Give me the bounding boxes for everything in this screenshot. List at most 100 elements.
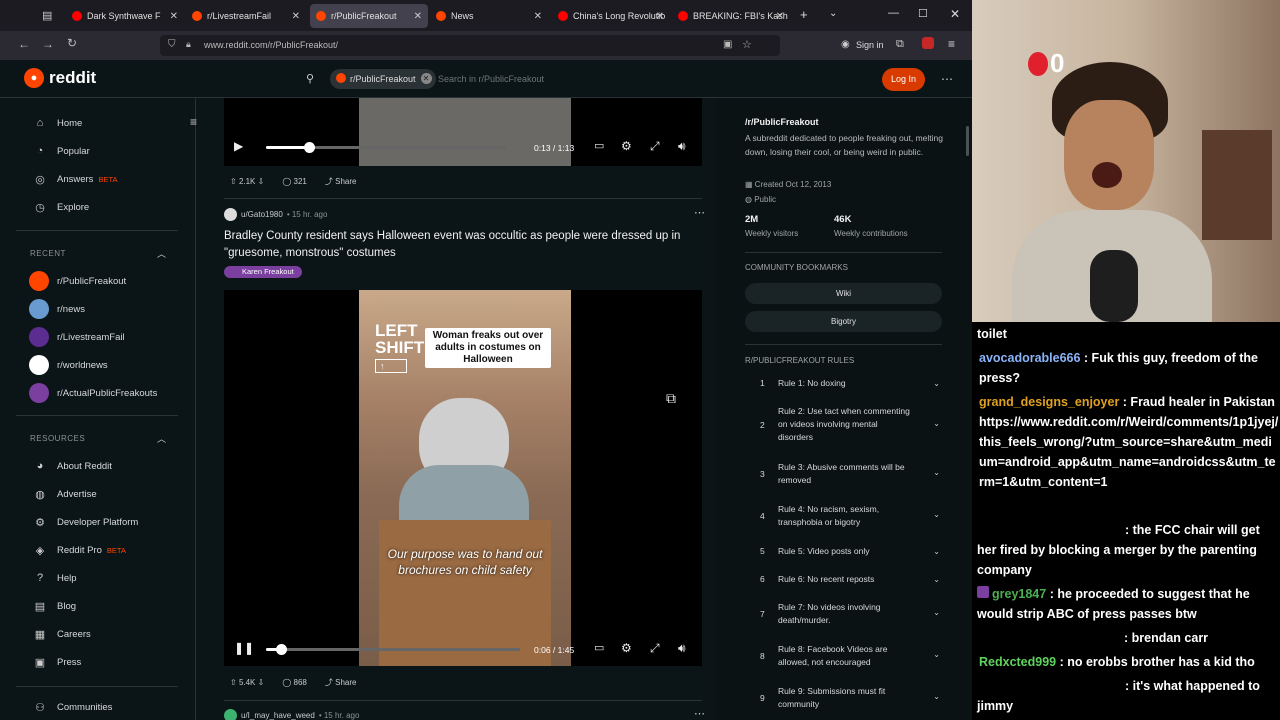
sidebar-item-livestreamfail[interactable]: r/LivestreamFail	[29, 327, 125, 347]
clear-chip-icon[interactable]: ✕	[420, 73, 432, 84]
search-placeholder[interactable]: Search in r/PublicFreakout	[438, 74, 544, 84]
upvote-icon[interactable]: ⇧	[230, 177, 237, 186]
sidebar-item-developer-platform[interactable]: ⚙ Developer Platform	[33, 516, 138, 529]
post2-progress-bar[interactable]	[266, 648, 520, 651]
sidebar-item-advertise[interactable]: ◍ Advertise	[33, 488, 96, 501]
close-tab-icon[interactable]: ✕	[170, 11, 178, 22]
user-avatar[interactable]	[224, 709, 237, 720]
rule-3[interactable]: 3 Rule 3: Abusive comments will be remove…	[745, 461, 940, 489]
sidebar-item-home[interactable]: ⌂ Home	[33, 117, 83, 129]
share-button[interactable]: ⤴ Share	[325, 176, 357, 187]
sidebar-item-blog[interactable]: ▤ Blog	[33, 600, 76, 613]
close-tab-icon[interactable]: ✕	[776, 11, 784, 22]
post-author[interactable]: u/Gato1980	[241, 210, 283, 219]
account-icon[interactable]: ◉	[841, 39, 850, 50]
sidebar-item-press[interactable]: ▣ Press	[33, 656, 82, 669]
sidebar-item-reddit-pro[interactable]: ◈ Reddit Pro BETA	[33, 544, 126, 557]
forward-icon[interactable]: →	[42, 37, 54, 51]
fullscreen-icon[interactable]: ⤢	[650, 641, 660, 656]
pause-icon[interactable]: ❚❚	[234, 641, 254, 655]
sidebar-item-worldnews[interactable]: r/worldnews	[29, 355, 108, 375]
sidebar-item-actualpublicfreakouts[interactable]: r/ActualPublicFreakouts	[29, 383, 157, 403]
chat-username[interactable]: Redxcted999	[979, 655, 1056, 669]
tab-3-active[interactable]: r/PublicFreakout ✕	[310, 4, 428, 28]
rule-5[interactable]: 5 Rule 5: Video posts only ⌄	[745, 545, 940, 559]
rule-6[interactable]: 6 Rule 6: No recent reposts ⌄	[745, 573, 940, 587]
new-tab-icon[interactable]: +	[800, 7, 808, 22]
post-options-icon[interactable]: ⋯	[694, 206, 705, 219]
post2-title[interactable]: Bradley County resident says Halloween e…	[224, 228, 704, 262]
comments-button[interactable]: ◯ 321	[282, 177, 307, 186]
tab-5[interactable]: China's Long Revolutio ✕	[552, 4, 670, 28]
sidebar-item-about-reddit[interactable]: ◕ About Reddit	[33, 460, 112, 472]
log-in-button[interactable]: Log In	[882, 68, 925, 91]
sidebar-item-help[interactable]: ? Help	[33, 572, 77, 584]
post2-video-player[interactable]: LEFT SHIFT ↑ Woman freaks out over adult…	[224, 290, 702, 666]
sidebar-scrollbar[interactable]	[966, 126, 969, 156]
tab-6[interactable]: BREAKING: FBI's Kash ✕	[672, 4, 790, 28]
collapse-recent-icon[interactable]: ︿	[157, 247, 166, 260]
tab-2[interactable]: r/LivestreamFail ✕	[186, 4, 306, 28]
post1-progress-bar[interactable]	[266, 146, 506, 149]
bookmark-star-icon[interactable]: ☆	[742, 38, 752, 51]
minimize-icon[interactable]: —	[888, 7, 899, 19]
tab-list-icon[interactable]: ▤	[42, 9, 52, 22]
maximize-icon[interactable]: ☐	[918, 7, 928, 20]
captions-icon[interactable]: ▭	[594, 641, 604, 654]
volume-icon[interactable]: 🔊︎	[678, 139, 686, 154]
comments-button[interactable]: ◯ 868	[282, 678, 307, 687]
post2-scrubber-knob[interactable]	[276, 644, 288, 655]
sidebar-item-explore[interactable]: ◷ Explore	[33, 201, 89, 214]
menu-icon[interactable]: ≡	[948, 37, 955, 51]
post-options-icon[interactable]: ⋯	[694, 707, 705, 720]
downvote-icon[interactable]: ⇩	[258, 177, 265, 186]
downvote-icon[interactable]: ⇩	[258, 678, 265, 687]
tab-4[interactable]: News ✕	[430, 4, 548, 28]
fullscreen-icon[interactable]: ⤢	[650, 139, 660, 154]
sidebar-item-communities[interactable]: ⚇ Communities	[33, 701, 112, 714]
user-avatar[interactable]	[224, 208, 237, 221]
close-tab-icon[interactable]: ✕	[656, 11, 664, 22]
rule-7[interactable]: 7 Rule 7: No videos involving death/murde…	[745, 601, 940, 629]
reddit-logo[interactable]: ● reddit	[24, 68, 96, 88]
chat-username[interactable]: avocadorable666	[979, 351, 1080, 365]
back-icon[interactable]: ←	[18, 37, 30, 51]
rule-8[interactable]: 8 Rule 8: Facebook Videos are allowed, no…	[745, 643, 940, 671]
tab-menu-chevron-icon[interactable]: ⌄	[829, 8, 837, 19]
rule-1[interactable]: 1 Rule 1: No doxing ⌄	[745, 377, 940, 391]
subreddit-search-chip[interactable]: r/PublicFreakout ✕	[330, 69, 436, 89]
post1-video-player[interactable]: ▶ 0:13 / 1:13 ▭ ⚙ ⤢ 🔊︎	[224, 98, 702, 166]
captions-icon[interactable]: ▭	[594, 139, 604, 152]
close-tab-icon[interactable]: ✕	[292, 11, 300, 22]
play-icon[interactable]: ▶	[234, 139, 243, 153]
sign-in-button[interactable]: Sign in	[856, 40, 884, 50]
rule-9[interactable]: 9 Rule 9: Submissions must fit community ⌄	[745, 685, 940, 713]
rule-4[interactable]: 4 Rule 4: No racism, sexism, transphobia …	[745, 503, 940, 531]
reader-view-icon[interactable]: ▣	[723, 39, 732, 50]
sidebar-item-publicfreakout[interactable]: r/PublicFreakout	[29, 271, 126, 291]
rule-2[interactable]: 2 Rule 2: Use tact when commenting on vid…	[745, 405, 940, 447]
post-author[interactable]: u/I_may_have_weed	[241, 711, 315, 720]
address-bar[interactable]: ⛉ 🔒︎ www.reddit.com/r/PublicFreakout/ ▣ …	[160, 35, 780, 56]
search-bar[interactable]: ⚲ r/PublicFreakout ✕ Search in r/PublicF…	[304, 68, 704, 90]
close-window-icon[interactable]: ✕	[950, 7, 960, 21]
sidebar-item-news[interactable]: r/news	[29, 299, 85, 319]
extensions-icon[interactable]: ⧉	[896, 38, 904, 51]
sidebar-item-popular[interactable]: ◔ Popular	[33, 145, 90, 157]
close-tab-icon[interactable]: ✕	[414, 11, 422, 22]
more-options-icon[interactable]: ⋯	[941, 72, 953, 86]
close-tab-icon[interactable]: ✕	[534, 11, 542, 22]
settings-gear-icon[interactable]: ⚙	[621, 139, 632, 153]
picture-in-picture-icon[interactable]: ⧉	[666, 390, 676, 407]
tab-1[interactable]: Dark Synthwave F ✕	[66, 4, 184, 28]
sidebar-item-answers[interactable]: ◎ Answers BETA	[33, 173, 117, 186]
upvote-icon[interactable]: ⇧	[230, 678, 237, 687]
settings-gear-icon[interactable]: ⚙	[621, 641, 632, 655]
collapse-resources-icon[interactable]: ︿	[157, 432, 166, 445]
chat-username[interactable]: grand_designs_enjoyer	[979, 395, 1119, 409]
sidebar-item-careers[interactable]: ▦ Careers	[33, 628, 91, 641]
post1-scrubber-knob[interactable]	[304, 142, 316, 153]
reload-icon[interactable]: ↻	[67, 36, 77, 50]
volume-icon[interactable]: 🔊︎	[678, 641, 686, 656]
share-button[interactable]: ⤴ Share	[325, 677, 357, 688]
